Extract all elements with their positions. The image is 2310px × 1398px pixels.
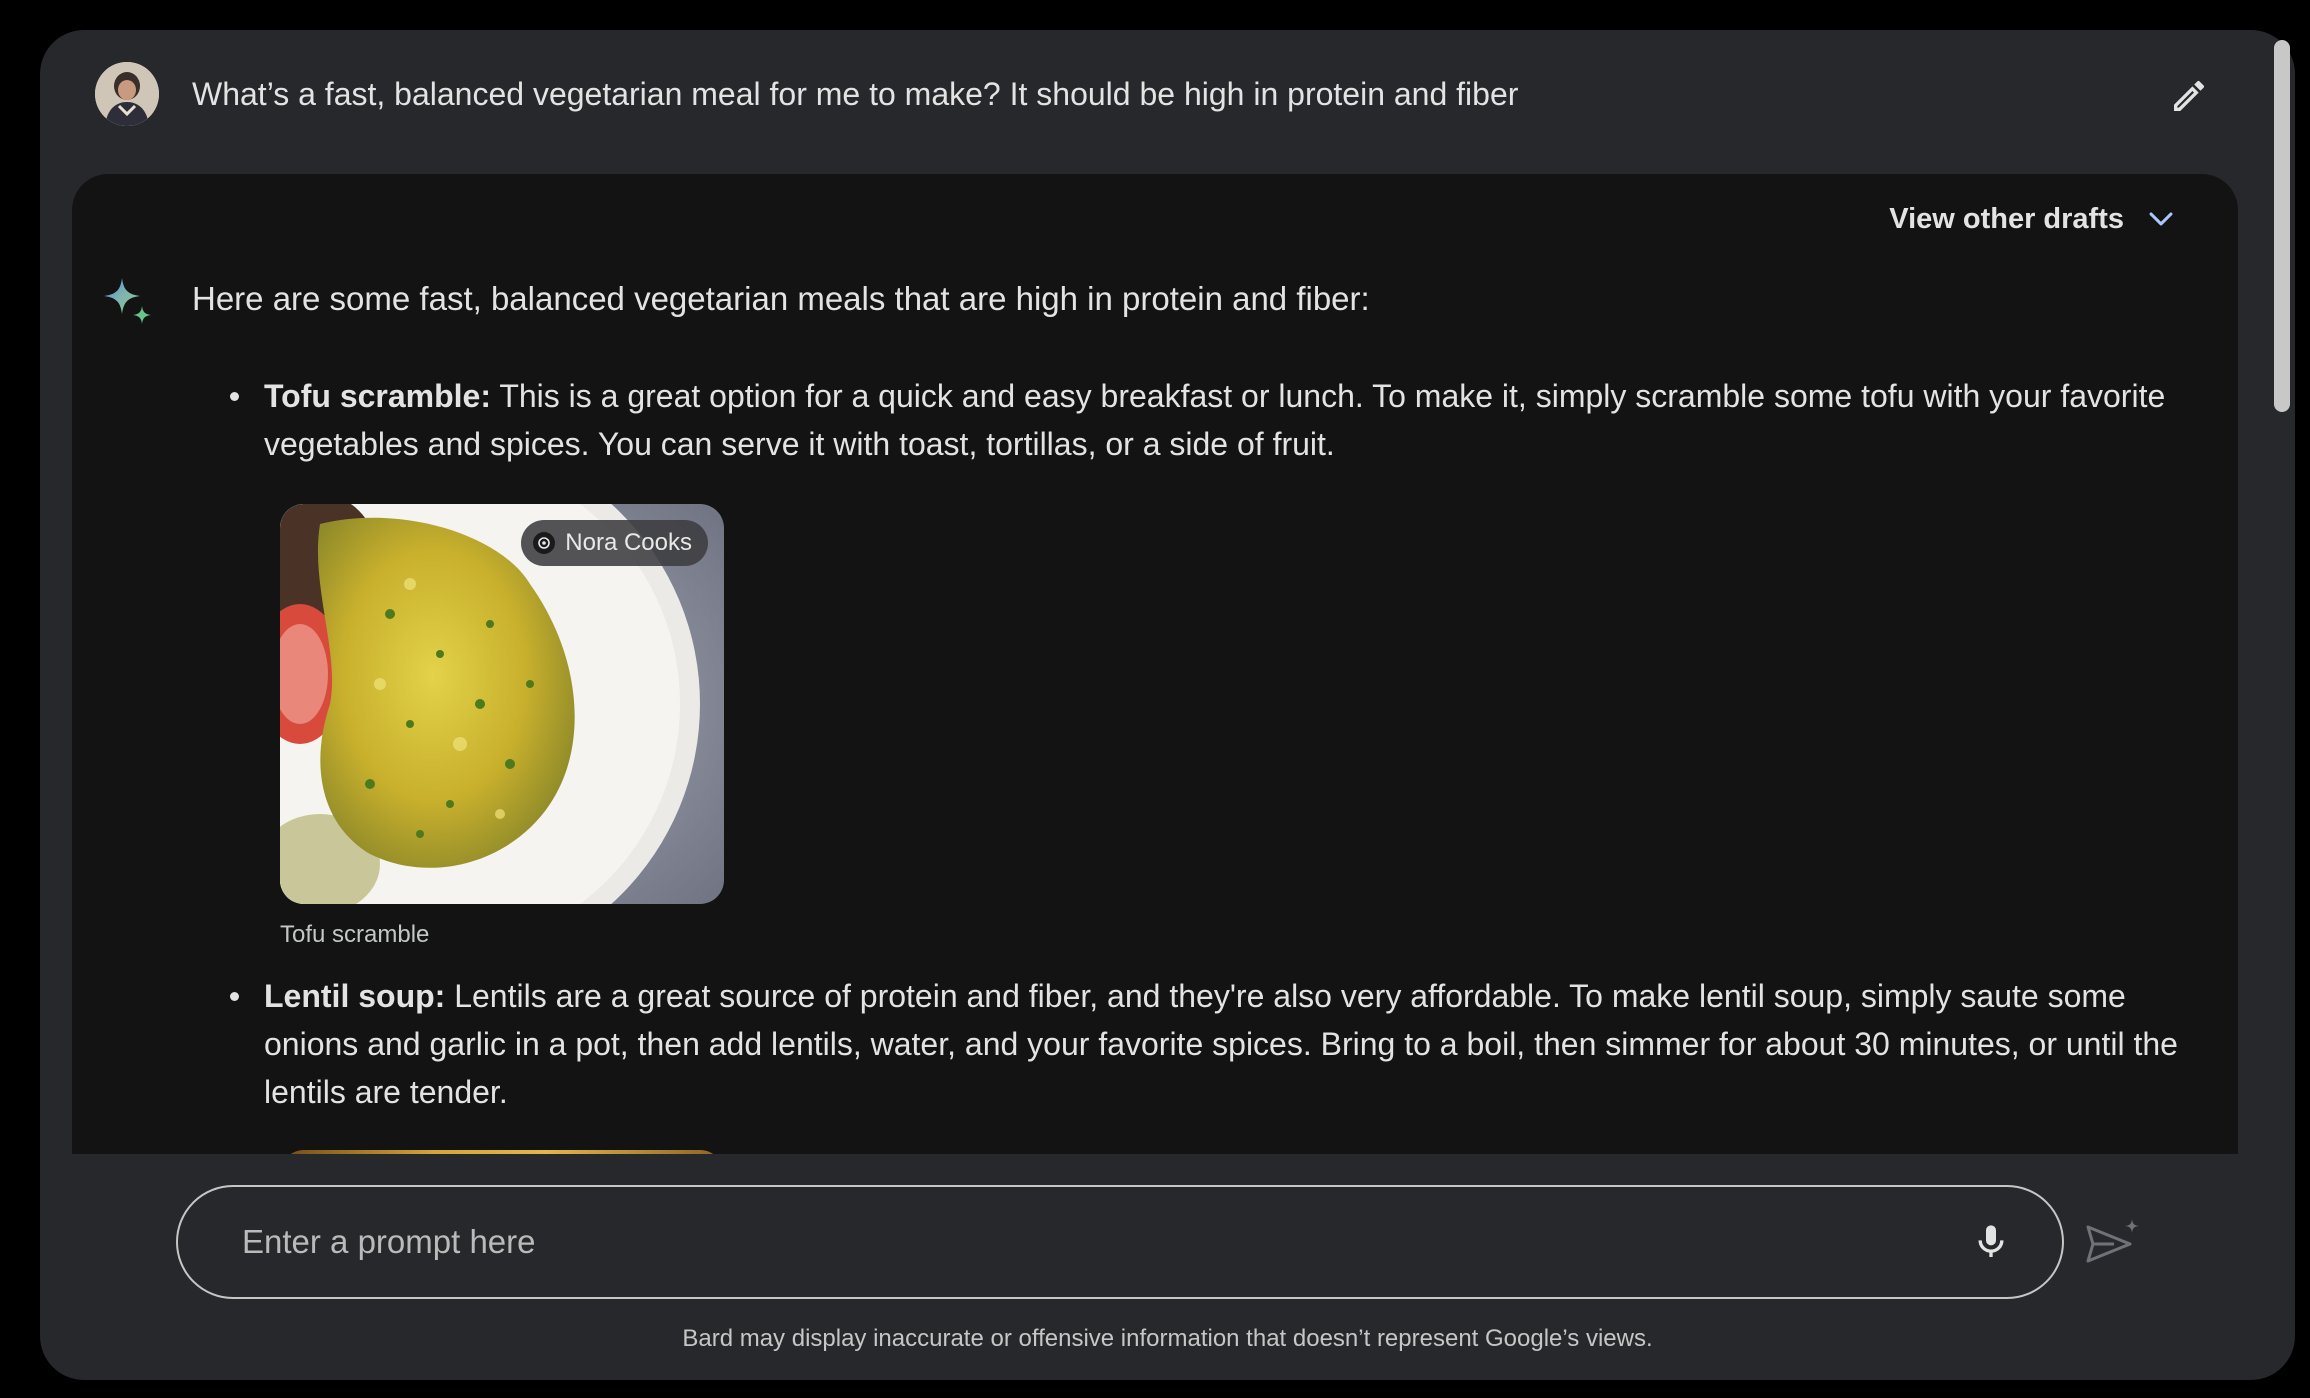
bard-sparkle-icon <box>104 278 151 324</box>
source-name: Nora Cooks <box>565 529 692 556</box>
tofu-scramble-figure: Nora Cooks Tofu scramble <box>280 504 724 952</box>
user-prompt-row: What’s a fast, balanced vegetarian meal … <box>40 30 2295 170</box>
image-caption: Tofu scramble <box>280 921 430 948</box>
disclaimer-text: Bard may display inaccurate or offensive… <box>682 1325 1653 1352</box>
item-text: This is a great option for a quick and e… <box>264 378 2166 462</box>
microphone-button[interactable] <box>1966 1217 2016 1267</box>
scrollbar-thumb[interactable] <box>2274 40 2290 412</box>
bullet-dot <box>230 392 239 401</box>
item-title: Lentil soup: <box>264 978 446 1014</box>
list-item: Tofu scramble: This is a great option fo… <box>192 372 2192 952</box>
response-intro: Here are some fast, balanced vegetarian … <box>192 280 1370 317</box>
user-avatar[interactable] <box>95 62 159 126</box>
pencil-icon <box>2174 80 2205 111</box>
response-card: View other drafts Here are some fast, ba… <box>72 174 2238 1154</box>
send-sparkle-icon <box>2086 1219 2139 1263</box>
tofu-scramble-image[interactable]: Nora Cooks <box>280 504 724 904</box>
edit-prompt-button[interactable] <box>2165 72 2213 120</box>
list-item: Lentil soup: Lentils are a great source … <box>192 972 2192 1154</box>
bard-window: What’s a fast, balanced vegetarian meal … <box>40 30 2295 1380</box>
item-title: Tofu scramble: <box>264 378 491 414</box>
source-logo-icon <box>533 532 556 554</box>
send-button[interactable] <box>2084 1217 2144 1267</box>
meal-list: Tofu scramble: This is a great option fo… <box>192 372 2192 1154</box>
prompt-input[interactable] <box>240 1187 1840 1297</box>
chevron-down-icon <box>2149 212 2173 226</box>
microphone-icon <box>1978 1225 2004 1257</box>
item-text: Lentils are a great source of protein an… <box>264 978 2178 1110</box>
user-prompt-text: What’s a fast, balanced vegetarian meal … <box>192 76 1519 112</box>
source-chip[interactable]: Nora Cooks <box>521 520 708 566</box>
prompt-input-box <box>176 1185 2064 1299</box>
bullet-dot <box>230 992 239 1001</box>
lentil-soup-image[interactable] <box>280 1150 724 1154</box>
view-other-drafts-label: View other drafts <box>1889 202 2124 235</box>
view-other-drafts-button[interactable]: View other drafts <box>1889 202 2178 236</box>
